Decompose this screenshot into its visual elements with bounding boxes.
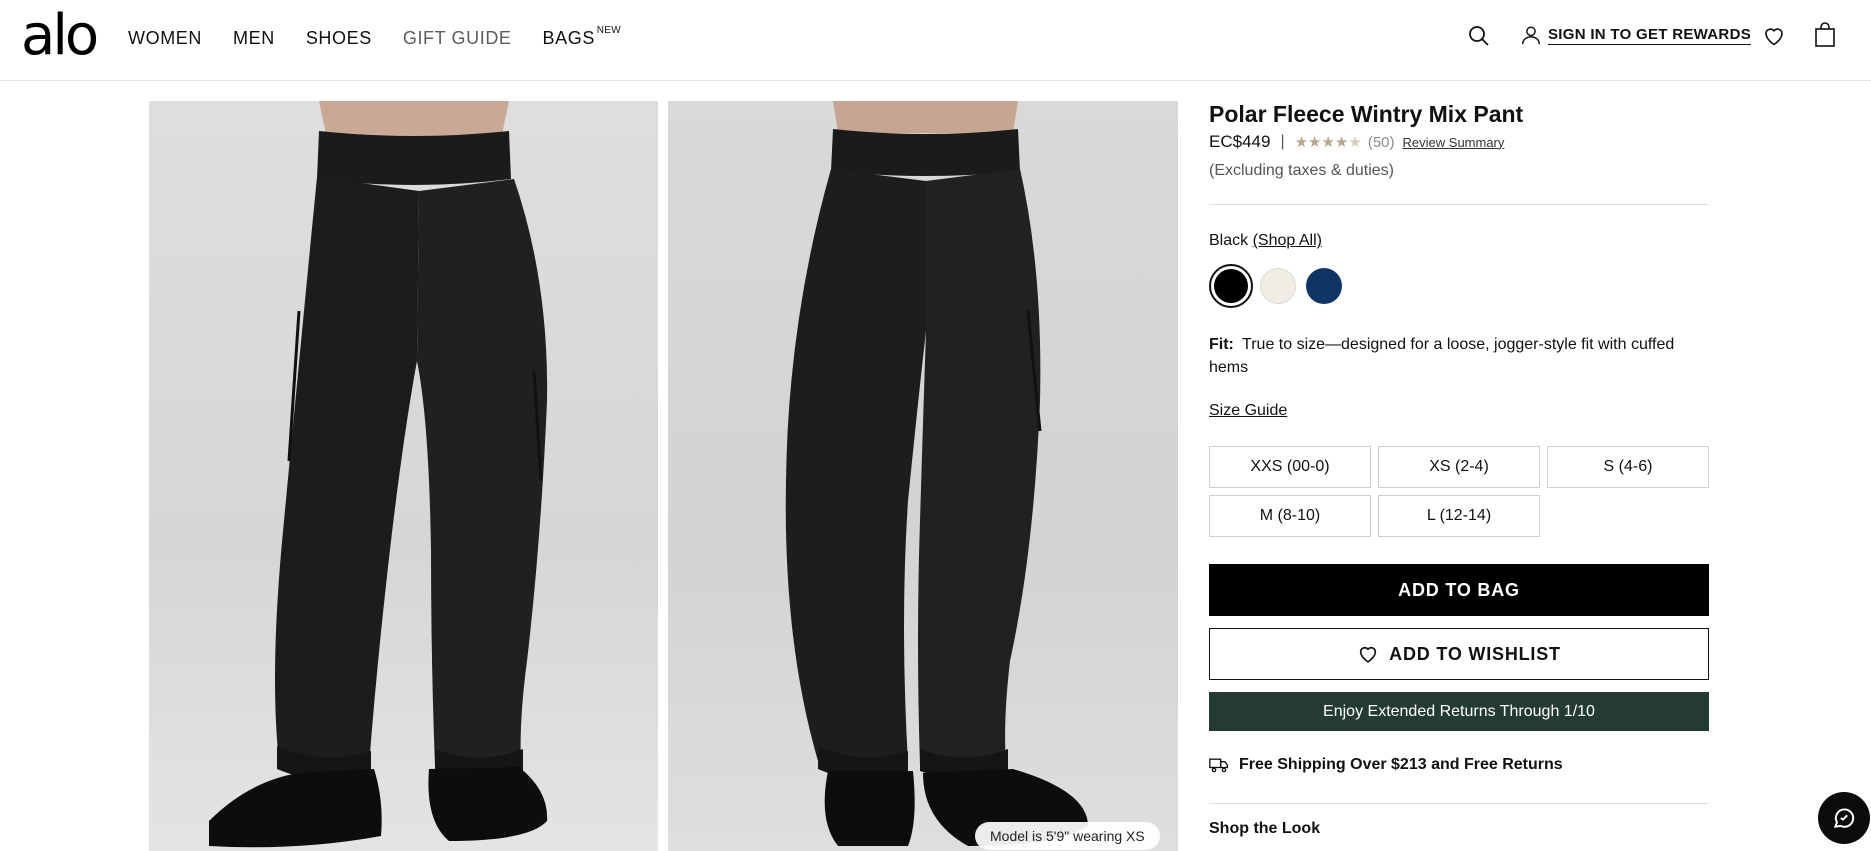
fit-label: Fit: <box>1209 336 1234 353</box>
shipping-label: Free Shipping Over $213 and Free Returns <box>1239 756 1563 773</box>
swatch-navy[interactable] <box>1306 268 1342 304</box>
sign-in-link[interactable]: SIGN IN TO GET REWARDS <box>1520 24 1752 46</box>
size-guide-link[interactable]: Size Guide <box>1209 402 1287 420</box>
divider <box>1209 204 1709 205</box>
swatch-black[interactable] <box>1209 264 1253 308</box>
shop-the-look-heading[interactable]: Shop the Look <box>1209 820 1320 838</box>
nav-shoes[interactable]: SHOES <box>306 26 372 50</box>
fit-text: True to size—designed for a loose, jogge… <box>1209 336 1675 376</box>
size-s-button[interactable]: S (4-6) <box>1547 446 1709 488</box>
nav-men[interactable]: MEN <box>233 26 275 50</box>
product-title: Polar Fleece Wintry Mix Pant <box>1209 101 1524 127</box>
size-m-button[interactable]: M (8-10) <box>1209 495 1371 537</box>
truck-icon <box>1209 758 1228 773</box>
add-to-bag-button[interactable]: ADD TO BAG <box>1209 564 1709 616</box>
add-to-wishlist-button[interactable]: ADD TO WISHLIST <box>1209 628 1709 680</box>
nav-gift-guide[interactable]: GIFT GUIDE <box>403 26 512 50</box>
pants-front-illustration <box>209 101 548 848</box>
half-star: ★ <box>1348 134 1362 151</box>
chat-icon <box>1833 808 1855 828</box>
review-count[interactable]: (50) <box>1368 134 1395 151</box>
search-icon[interactable] <box>1467 24 1491 48</box>
price-rating-row: EC$449 | ★★★★★ (50) Review Summary <box>1209 132 1504 152</box>
new-badge: NEW <box>596 25 621 36</box>
full-stars: ★★★★ <box>1294 134 1349 151</box>
returns-banner: Enjoy Extended Returns Through 1/10 <box>1209 692 1709 731</box>
shipping-info: Free Shipping Over $213 and Free Returns <box>1209 756 1563 774</box>
product-price: EC$449 <box>1209 132 1271 151</box>
chat-button[interactable] <box>1818 792 1870 844</box>
rating-stars-icon[interactable]: ★★★★★ <box>1295 133 1362 151</box>
nav-men-label: MEN <box>233 28 275 48</box>
user-icon <box>1522 26 1540 45</box>
site-header: alo WOMEN MEN SHOES GIFT GUIDE BAGS NEW S… <box>0 0 1871 81</box>
price-separator: | <box>1280 133 1285 150</box>
nav-shoes-label: SHOES <box>305 28 372 48</box>
review-summary-link[interactable]: Review Summary <box>1403 135 1505 150</box>
nav-bags[interactable]: BAGS NEW <box>542 25 621 50</box>
heart-icon[interactable] <box>1762 24 1786 48</box>
product-image-front[interactable] <box>149 101 658 851</box>
taxes-note: (Excluding taxes & duties) <box>1209 162 1394 179</box>
size-l-button[interactable]: L (12-14) <box>1378 495 1540 537</box>
nav-women-label: WOMEN <box>128 28 202 48</box>
color-label: Black (Shop All) <box>1209 232 1322 250</box>
shop-all-link[interactable]: (Shop All) <box>1253 232 1322 249</box>
divider <box>1209 803 1709 804</box>
sign-in-label: SIGN IN TO GET REWARDS <box>1548 25 1752 45</box>
nav-women[interactable]: WOMEN <box>128 26 202 50</box>
nav-bags-label: BAGS <box>542 28 595 48</box>
pants-back-illustration <box>785 101 1088 846</box>
heart-icon <box>1359 646 1377 663</box>
product-image-back[interactable] <box>668 101 1178 851</box>
bag-icon[interactable] <box>1813 22 1837 48</box>
size-xs-button[interactable]: XS (2-4) <box>1378 446 1540 488</box>
color-name: Black <box>1209 232 1249 249</box>
alo-logo[interactable]: alo <box>21 8 99 64</box>
model-size-note: Model is 5'9" wearing XS <box>975 822 1160 850</box>
fit-description: Fit: True to size—designed for a loose, … <box>1209 333 1709 379</box>
size-xxs-button[interactable]: XXS (00-0) <box>1209 446 1371 488</box>
nav-gift-guide-label: GIFT GUIDE <box>402 28 512 48</box>
main-nav: WOMEN MEN SHOES GIFT GUIDE BAGS NEW <box>128 25 626 50</box>
wishlist-label: ADD TO WISHLIST <box>1389 643 1561 664</box>
swatch-ivory[interactable] <box>1260 268 1296 304</box>
